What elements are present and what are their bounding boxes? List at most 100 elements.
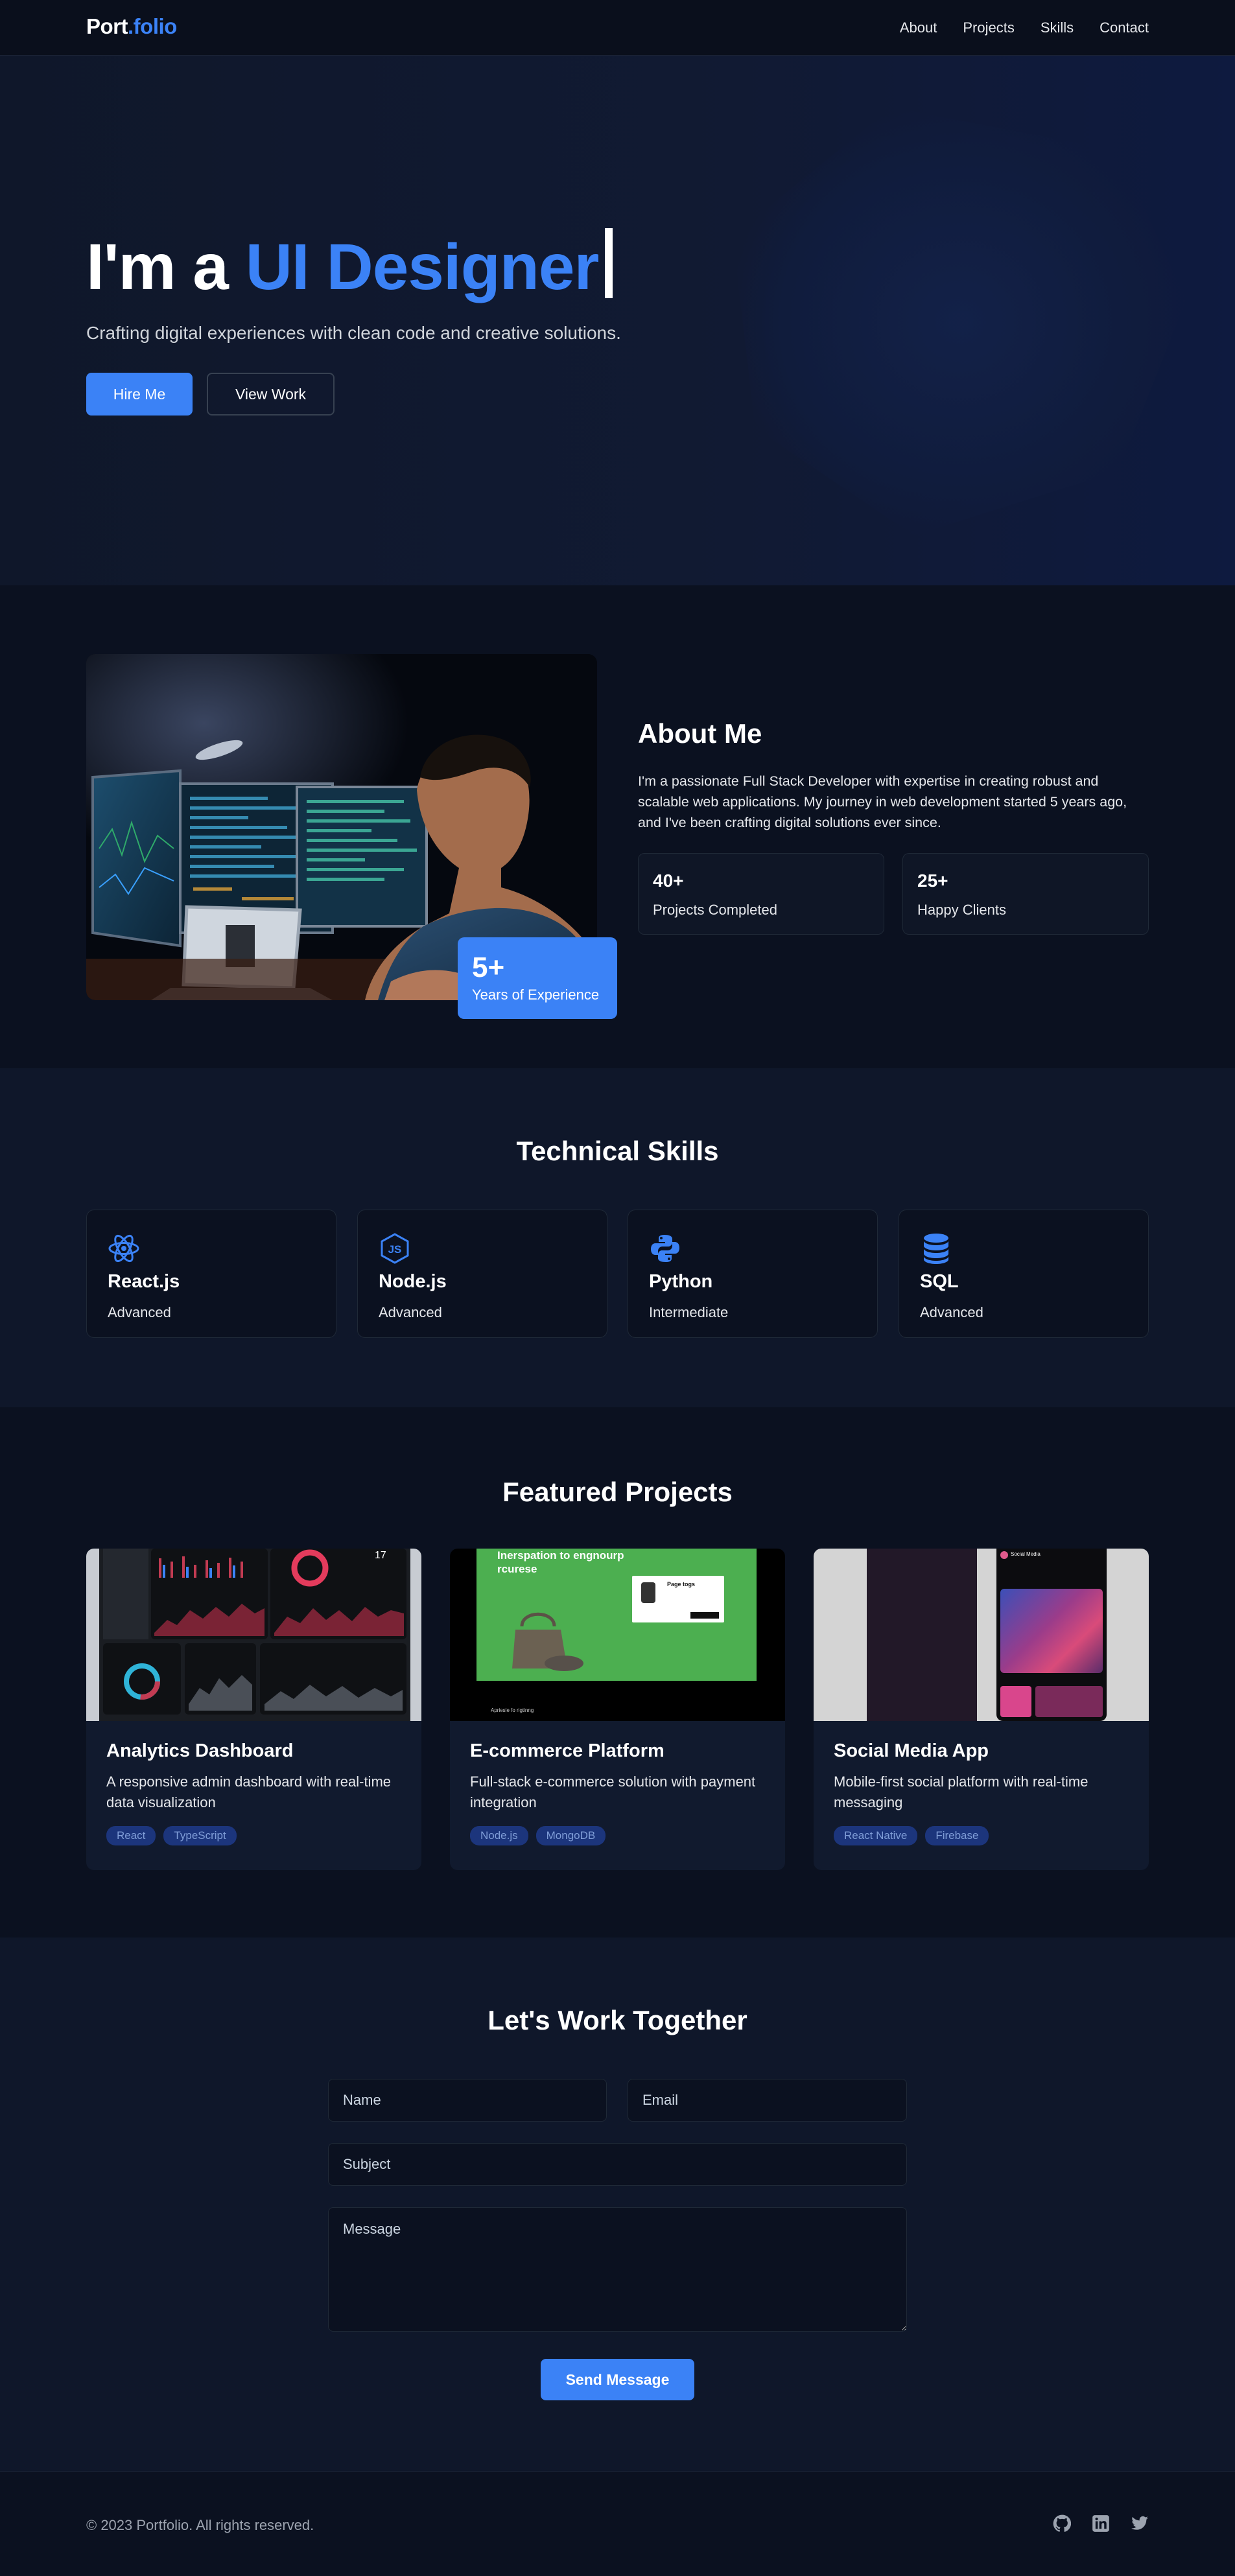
- hero-heading: I'm a UI Designer: [86, 228, 613, 305]
- skill-name: React.js: [108, 1271, 180, 1292]
- about-title: About Me: [638, 718, 762, 749]
- projects-title: Featured Projects: [502, 1477, 733, 1507]
- project-tags: Node.js MongoDB: [470, 1826, 606, 1845]
- project-tag: Firebase: [925, 1826, 989, 1845]
- name-input[interactable]: [328, 2079, 607, 2122]
- hero-highlight: UI Designer: [245, 231, 600, 303]
- product-add-button[interactable]: [690, 1612, 719, 1619]
- stat-value: 40+: [653, 871, 684, 891]
- skill-card-python: Python Intermediate: [628, 1210, 878, 1338]
- experience-label: Years of Experience: [472, 987, 600, 1003]
- twitter-icon[interactable]: [1131, 2514, 1149, 2533]
- react-icon: [108, 1232, 140, 1265]
- hero-background-shape: [733, 108, 1186, 535]
- social-thumb-post-image: [1000, 1589, 1103, 1673]
- skill-name: SQL: [920, 1271, 959, 1292]
- project-description: Full-stack e-commerce solution with paym…: [470, 1774, 756, 1810]
- skill-name: Node.js: [379, 1271, 447, 1292]
- stat-card-projects: 40+ Projects Completed: [638, 853, 884, 935]
- nav-link-about[interactable]: About: [900, 19, 937, 36]
- skill-name: Python: [649, 1271, 713, 1292]
- nav-link-contact[interactable]: Contact: [1100, 19, 1149, 36]
- social-thumb-header: Social Media: [1011, 1551, 1041, 1557]
- python-icon: [649, 1232, 681, 1265]
- subject-input[interactable]: [328, 2143, 907, 2186]
- project-card-analytics[interactable]: 17 Analytics Dashboard A responsive admi…: [86, 1549, 421, 1870]
- ecom-thumb-footer: Apriesle fo rigtinng: [491, 1707, 534, 1713]
- project-tag: MongoDB: [535, 1826, 606, 1845]
- project-tags: React TypeScript: [106, 1826, 237, 1845]
- send-message-button[interactable]: Send Message: [541, 2359, 694, 2400]
- social-thumb-avatar: [1000, 1551, 1008, 1559]
- top-nav: Port.folio About Projects Skills Contact: [0, 0, 1235, 56]
- experience-badge: 5+ Years of Experience: [458, 937, 617, 1019]
- message-textarea[interactable]: [328, 2207, 907, 2332]
- product-mini-image: [641, 1582, 655, 1603]
- skill-level: Advanced: [920, 1304, 983, 1320]
- project-title: E-commerce Platform: [470, 1740, 665, 1761]
- skill-level: Advanced: [108, 1304, 171, 1320]
- svg-text:JS: JS: [388, 1243, 402, 1256]
- social-thumb-story-1: [1000, 1686, 1031, 1717]
- view-work-button[interactable]: View Work: [207, 373, 335, 416]
- skill-card-sql: SQL Advanced: [899, 1210, 1149, 1338]
- skill-level: Intermediate: [649, 1304, 729, 1320]
- project-title: Analytics Dashboard: [106, 1740, 294, 1761]
- ecom-thumb-screen: Inerspation to engnourp rcurese Page tog…: [476, 1549, 757, 1681]
- database-icon: [920, 1232, 952, 1265]
- project-tag: Node.js: [470, 1826, 528, 1845]
- product-card-title: Page togs: [667, 1581, 696, 1587]
- skills-section: Technical Skills React.js Advanced JS No…: [0, 1068, 1235, 1407]
- nav-link-skills[interactable]: Skills: [1041, 19, 1074, 36]
- svg-text:17: 17: [375, 1550, 386, 1561]
- social-thumb-phone: Social Media: [996, 1549, 1107, 1721]
- skill-card-nodejs: JS Node.js Advanced: [357, 1210, 607, 1338]
- github-icon[interactable]: [1053, 2514, 1072, 2533]
- logo[interactable]: Port.folio: [86, 14, 177, 39]
- footer: © 2023 Portfolio. All rights reserved.: [0, 2471, 1235, 2576]
- project-thumbnail: Social Media: [814, 1549, 1149, 1721]
- copyright: © 2023 Portfolio. All rights reserved.: [86, 2517, 314, 2533]
- stat-label: Happy Clients: [917, 902, 1006, 918]
- project-description: Mobile-first social platform with real-t…: [834, 1774, 1088, 1810]
- email-input[interactable]: [628, 2079, 907, 2122]
- linkedin-icon[interactable]: [1092, 2514, 1110, 2533]
- stat-label: Projects Completed: [653, 902, 777, 918]
- logo-accent: .folio: [128, 14, 177, 38]
- hero-subtitle: Crafting digital experiences with clean …: [86, 323, 621, 343]
- social-thumb-left-panel: [867, 1549, 977, 1721]
- bag-image: [512, 1612, 583, 1671]
- hero-section: I'm a UI Designer Crafting digital exper…: [0, 56, 1235, 585]
- stat-value: 25+: [917, 871, 948, 891]
- nodejs-icon: JS: [379, 1232, 411, 1265]
- project-description: A responsive admin dashboard with real-t…: [106, 1774, 392, 1810]
- skill-card-react: React.js Advanced: [86, 1210, 336, 1338]
- contact-title: Let's Work Together: [488, 2005, 747, 2035]
- nav-links: About Projects Skills Contact: [874, 19, 1149, 36]
- project-tag: TypeScript: [163, 1826, 237, 1845]
- project-card-ecommerce[interactable]: Inerspation to engnourp rcurese Page tog…: [450, 1549, 785, 1870]
- skills-title: Technical Skills: [516, 1136, 719, 1166]
- project-tag: React Native: [834, 1826, 918, 1845]
- typing-cursor: [605, 228, 613, 298]
- project-card-social[interactable]: Social Media Social Media App Mobile-fir…: [814, 1549, 1149, 1870]
- experience-value: 5+: [472, 952, 505, 983]
- logo-main: Port: [86, 14, 128, 38]
- ecom-thumb-heading: Inerspation to engnourp rcurese: [497, 1549, 624, 1575]
- nav-link-projects[interactable]: Projects: [963, 19, 1014, 36]
- stat-card-clients: 25+ Happy Clients: [902, 853, 1149, 935]
- about-bio: I'm a passionate Full Stack Developer wi…: [638, 773, 1127, 830]
- project-tags: React Native Firebase: [834, 1826, 989, 1845]
- product-card: Page togs: [632, 1576, 724, 1622]
- project-tag: React: [106, 1826, 156, 1845]
- project-thumbnail: Inerspation to engnourp rcurese Page tog…: [450, 1549, 785, 1721]
- contact-section: Let's Work Together Send Message: [0, 1938, 1235, 2471]
- project-thumbnail: 17: [86, 1549, 421, 1721]
- about-section: 5+ Years of Experience About Me I'm a pa…: [0, 585, 1235, 1068]
- hero-prefix: I'm a: [86, 231, 229, 303]
- project-title: Social Media App: [834, 1740, 989, 1761]
- social-links: [1053, 2514, 1149, 2533]
- hire-me-button[interactable]: Hire Me: [86, 373, 193, 416]
- skill-level: Advanced: [379, 1304, 442, 1320]
- projects-section: Featured Projects 17 Analytics Dashboard…: [0, 1407, 1235, 1938]
